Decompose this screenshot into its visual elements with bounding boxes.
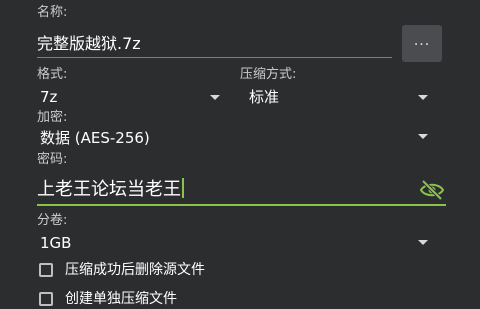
encryption-label: 加密: xyxy=(37,110,68,125)
delete-source-label[interactable]: 压缩成功后删除源文件 xyxy=(65,260,205,280)
compression-method-label: 压缩方式: xyxy=(240,67,297,82)
browse-button[interactable]: ... xyxy=(402,25,442,62)
split-dropdown-arrow-icon[interactable] xyxy=(418,240,428,245)
delete-source-checkbox[interactable] xyxy=(39,263,53,277)
compression-method-dropdown[interactable]: 标准 xyxy=(249,87,279,107)
text-caret xyxy=(182,178,184,198)
format-label: 格式: xyxy=(37,67,68,82)
password-underline xyxy=(37,204,446,206)
encryption-dropdown[interactable]: 数据 (AES-256) xyxy=(40,128,150,148)
split-dropdown[interactable]: 1GB xyxy=(40,233,71,253)
eye-off-icon[interactable] xyxy=(419,178,445,202)
name-underline xyxy=(37,57,392,58)
encryption-dropdown-arrow-icon[interactable] xyxy=(418,134,428,139)
name-label: 名称: xyxy=(37,5,68,20)
password-input[interactable]: 上老王论坛当老王 xyxy=(37,175,407,205)
format-dropdown-arrow-icon[interactable] xyxy=(210,95,220,100)
name-input[interactable]: 完整版越狱.7z xyxy=(37,30,392,58)
split-label: 分卷: xyxy=(37,213,68,228)
second-option-label[interactable]: 创建单独压缩文件 xyxy=(65,289,177,309)
compression-method-arrow-icon[interactable] xyxy=(418,95,428,100)
password-text: 上老王论坛当老王 xyxy=(37,179,181,200)
format-dropdown[interactable]: 7z xyxy=(40,87,57,107)
password-label: 密码: xyxy=(37,152,68,167)
second-option-checkbox[interactable] xyxy=(39,292,53,306)
